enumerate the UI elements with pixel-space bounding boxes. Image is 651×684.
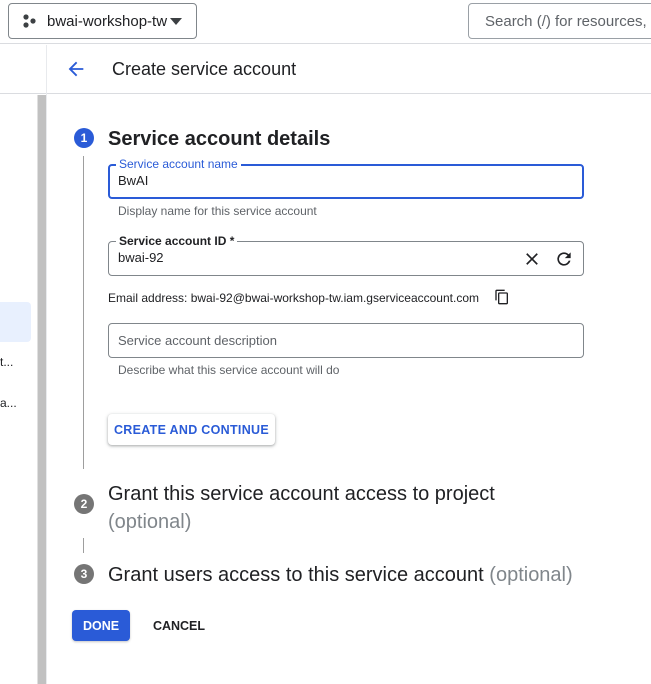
left-nav-header bbox=[0, 45, 46, 94]
project-name: bwai-workshop-tw bbox=[47, 12, 168, 30]
step-1-title: Service account details bbox=[108, 128, 331, 150]
create-and-continue-button[interactable]: CREATE AND CONTINUE bbox=[108, 414, 275, 445]
service-account-id-label: Service account ID * bbox=[116, 234, 238, 248]
step-connector bbox=[83, 538, 84, 553]
back-arrow-icon[interactable] bbox=[65, 58, 87, 80]
copy-icon[interactable] bbox=[494, 289, 510, 305]
left-nav-item-label[interactable]: t... bbox=[0, 355, 16, 369]
step-2-title: Grant this service account access to pro… bbox=[108, 483, 495, 505]
service-account-name-hint: Display name for this service account bbox=[118, 204, 317, 218]
refresh-icon[interactable] bbox=[554, 249, 574, 269]
step-1-number: 1 bbox=[74, 128, 94, 148]
chevron-down-icon bbox=[170, 18, 182, 25]
step-3-optional: (optional) bbox=[489, 564, 573, 586]
email-address-text: Email address: bwai-92@bwai-workshop-tw.… bbox=[108, 291, 479, 305]
page-title: Create service account bbox=[112, 59, 297, 79]
service-account-description-input[interactable] bbox=[118, 333, 518, 348]
left-nav: t... a... bbox=[0, 45, 46, 684]
step-connector bbox=[83, 156, 84, 469]
top-bar: bwai-workshop-tw bbox=[0, 0, 651, 44]
project-picker[interactable]: bwai-workshop-tw bbox=[8, 3, 197, 39]
service-account-name-field[interactable]: Service account name bbox=[108, 157, 584, 199]
project-icon bbox=[23, 14, 36, 28]
service-account-id-field[interactable]: Service account ID * bbox=[108, 234, 584, 276]
service-account-name-label: Service account name bbox=[116, 157, 241, 171]
clear-icon[interactable] bbox=[522, 249, 542, 269]
step-3-number: 3 bbox=[74, 564, 94, 584]
service-account-description-hint: Describe what this service account will … bbox=[118, 363, 340, 377]
page-header: Create service account bbox=[47, 45, 651, 94]
step-3-title-block[interactable]: Grant users access to this service accou… bbox=[108, 564, 573, 587]
left-nav-item-label[interactable]: a... bbox=[0, 396, 16, 410]
step-2-number: 2 bbox=[74, 494, 94, 514]
service-account-description-field[interactable] bbox=[108, 323, 584, 358]
cancel-button[interactable]: CANCEL bbox=[148, 610, 210, 641]
left-nav-selected-item[interactable] bbox=[0, 302, 31, 342]
vertical-divider bbox=[46, 45, 47, 684]
service-account-id-input[interactable] bbox=[118, 250, 498, 265]
service-account-name-input[interactable] bbox=[118, 173, 518, 188]
step-2-title-block[interactable]: Grant this service account access to pro… bbox=[108, 480, 495, 536]
done-button[interactable]: DONE bbox=[72, 610, 130, 641]
nav-scrollbar[interactable] bbox=[37, 95, 46, 684]
step-3-title: Grant users access to this service accou… bbox=[108, 564, 484, 586]
search-input[interactable] bbox=[485, 12, 651, 30]
search-box[interactable] bbox=[468, 3, 651, 39]
step-2-optional: (optional) bbox=[108, 511, 192, 533]
